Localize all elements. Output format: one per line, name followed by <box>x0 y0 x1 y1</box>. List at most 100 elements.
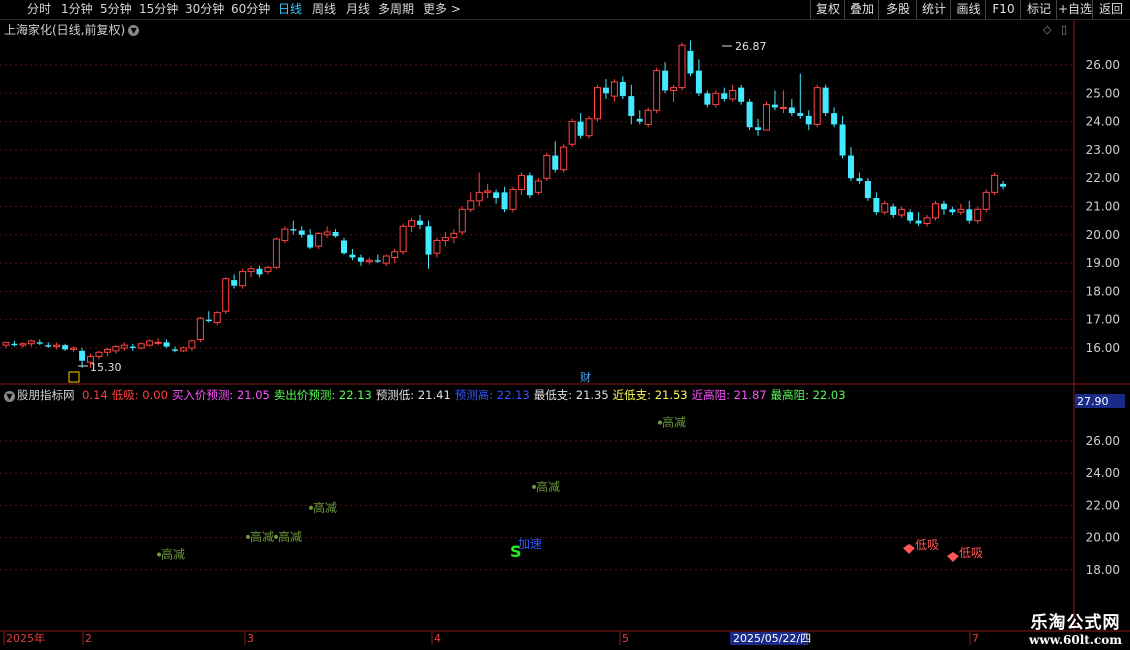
candle-body-up <box>568 121 576 145</box>
time-axis-label: 2025年 <box>6 631 45 645</box>
candle-body-up <box>475 191 483 202</box>
watermark: 乐淘公式网 www.60lt.com <box>1029 608 1122 647</box>
candle-body-up <box>2 341 10 346</box>
indicator-name: 股朋指标网 <box>17 388 75 402</box>
price-tick-label: 25.00 <box>1086 86 1120 100</box>
watermark-url: www.60lt.com <box>1029 633 1122 647</box>
indicator-item-4: 预测低: 21.41 <box>375 388 451 402</box>
indicator-item-5: 预测高: 22.13 <box>454 388 530 402</box>
candle-body-up <box>222 278 230 312</box>
candle-body-down <box>79 350 86 361</box>
candle-body-up <box>678 44 686 89</box>
candle-body-down <box>738 87 745 102</box>
candle-body-down <box>940 203 947 210</box>
price-tick-label: 24.00 <box>1086 115 1120 129</box>
candle-body-down <box>915 220 922 224</box>
candle-body-up <box>594 87 601 120</box>
indicator-item-7: 近低支: 21.53 <box>612 388 688 402</box>
candle-body-down <box>662 70 669 91</box>
indicator-title-bar: ▼ 股朋指标网 0.14 低吸: 0.00 买入价预测: 21.05 卖出价预测: 22… <box>4 387 850 403</box>
candle-body-down <box>425 226 432 255</box>
candle-body-up <box>154 341 162 344</box>
price-tick-label: 21.00 <box>1086 200 1120 214</box>
price-tick-label: 23.00 <box>1086 143 1120 157</box>
signal-label: 高减 <box>313 500 337 515</box>
candle-body-up <box>27 340 35 345</box>
candle-body-down <box>619 81 626 97</box>
signal-label: 高减 <box>536 479 560 494</box>
candle-body-up <box>881 203 889 213</box>
candle-body-down <box>172 349 178 351</box>
candle-body-up <box>813 87 821 125</box>
indicator-tick-label: 24.00 <box>1086 466 1120 480</box>
candle-body-up <box>534 180 542 193</box>
candle-body-down <box>822 87 829 114</box>
candle-body-up <box>315 232 323 247</box>
candle-body-up <box>974 208 982 222</box>
indicator-item-6: 最低支: 21.35 <box>533 388 609 402</box>
low-buy-label: 低吸 <box>959 546 983 560</box>
candle-body-up <box>982 191 990 210</box>
candle-body-down <box>36 342 43 344</box>
candle-body-down <box>797 113 804 116</box>
kline-chart[interactable]: 26.00 25.00 24.00 23.00 22.00 21.00 20.00 19.00… <box>0 0 1130 650</box>
price-tick-label: 20.00 <box>1086 228 1120 242</box>
indicator-tick-label: 22.00 <box>1086 498 1120 512</box>
candle-body-up <box>103 348 111 353</box>
candle-body-down <box>831 113 838 125</box>
signal-label: 高减 <box>161 547 185 562</box>
candle-body-up <box>932 203 939 219</box>
time-axis-label: 7 <box>972 632 979 645</box>
candle-body-down <box>949 209 956 213</box>
candle-body-down <box>290 229 297 231</box>
candle-body-down <box>45 345 52 347</box>
candle-body-down <box>256 268 263 275</box>
candle-body-down <box>163 342 170 347</box>
candle-body-down <box>501 192 508 210</box>
candle-body-up <box>53 344 61 348</box>
candle-body-up <box>509 189 517 210</box>
candle-body-up <box>391 251 399 258</box>
signal-label: 高减 <box>278 529 302 544</box>
candle-body-up <box>281 228 289 241</box>
candle-body-down <box>704 93 711 105</box>
candle-body-down <box>341 240 347 254</box>
gear-icon[interactable]: ▼ <box>4 391 15 402</box>
candle-body-down <box>636 118 643 122</box>
candle-body-down <box>526 175 533 196</box>
candle-body-up <box>433 239 441 254</box>
candle-body-down <box>374 260 381 262</box>
candle-body-up <box>712 92 720 106</box>
accelerate-label: 加速 <box>518 537 542 551</box>
price-tick-label: 26.00 <box>1086 58 1120 72</box>
candle-body-down <box>298 230 305 235</box>
indicator-item-8: 近高阻: 21.87 <box>691 388 767 402</box>
indicator-item-1: 低吸: 0.00 <box>111 388 168 402</box>
candle-body-up <box>484 190 492 193</box>
high-price-label: 26.87 <box>735 40 767 53</box>
candle-body-up <box>585 118 593 137</box>
price-tick-label: 16.00 <box>1086 341 1120 355</box>
candle-body-down <box>552 155 559 170</box>
candle-body-down <box>907 212 914 221</box>
candle-body-up <box>399 225 407 253</box>
indicator-item-9: 最高阻: 22.03 <box>770 388 846 402</box>
candle-body-up <box>458 208 466 233</box>
candle-body-down <box>205 319 212 322</box>
gem-icon <box>947 552 959 562</box>
candle-body-down <box>721 93 728 99</box>
indicator-tick-label: 26.00 <box>1086 434 1120 448</box>
time-axis-label: 2 <box>85 632 92 645</box>
candle-body-up <box>450 232 458 239</box>
candle-body-up <box>991 174 999 193</box>
indicator-tick-label: 18.00 <box>1086 563 1120 577</box>
candle-body-up <box>610 81 618 97</box>
candle-body-down <box>231 280 238 286</box>
candle-body-up <box>146 340 154 346</box>
indicator-item-2: 买入价预测: 21.05 <box>171 388 270 402</box>
candle-body-up <box>239 271 247 287</box>
candle-body-up <box>188 340 196 349</box>
low-buy-label: 低吸 <box>915 538 939 552</box>
candle-body-up <box>323 231 331 236</box>
price-tick-label: 18.00 <box>1086 284 1120 298</box>
